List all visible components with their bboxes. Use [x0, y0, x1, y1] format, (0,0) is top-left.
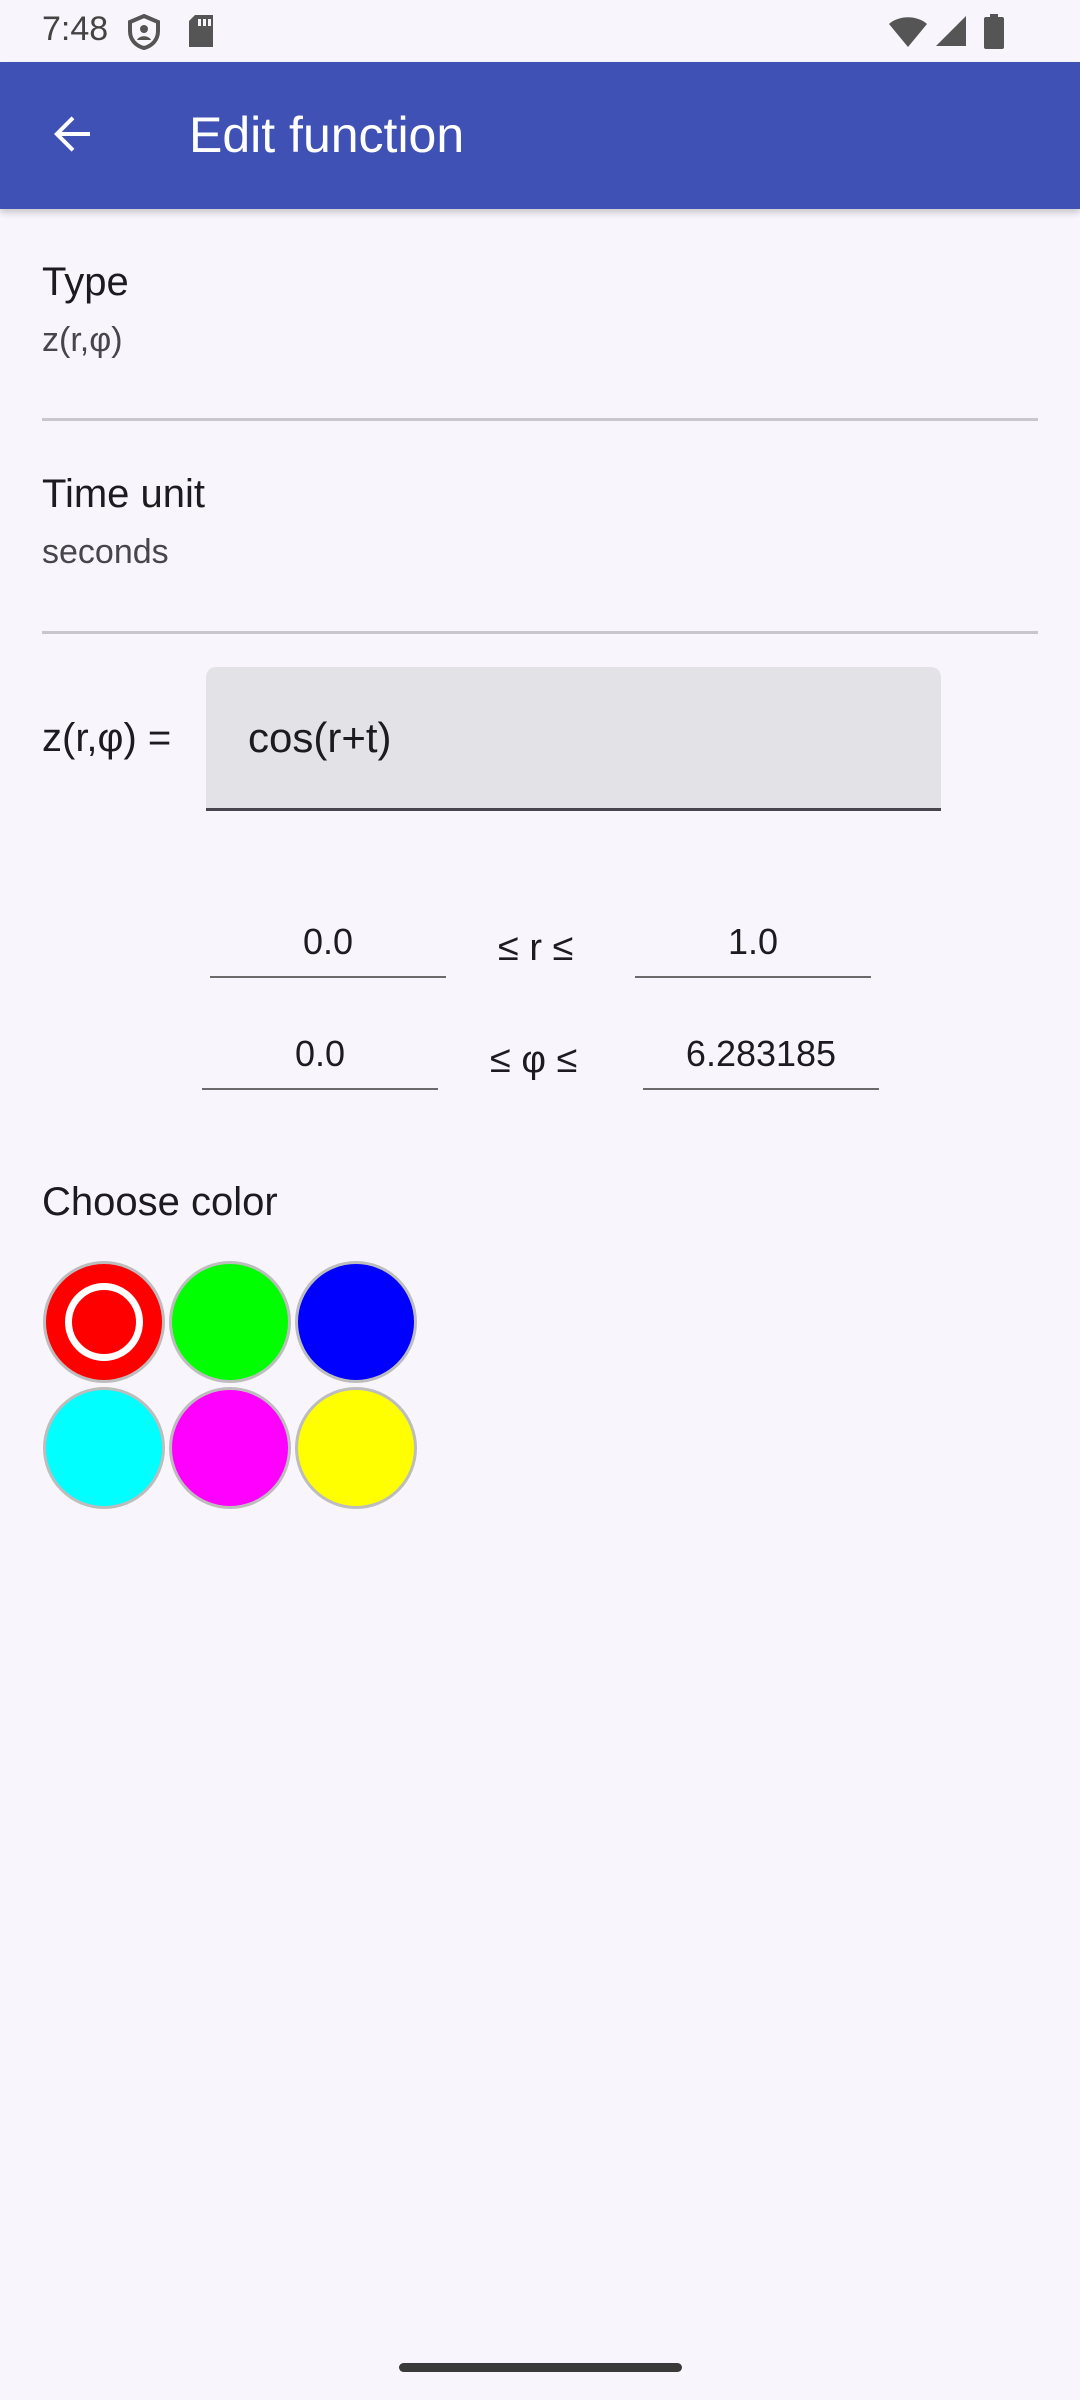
- r-range-operator: ≤ r ≤: [498, 927, 574, 969]
- gesture-nav-handle[interactable]: [399, 2363, 682, 2372]
- time-unit-preference[interactable]: Time unit seconds: [42, 470, 1038, 574]
- back-button[interactable]: [24, 88, 120, 184]
- battery-icon: [983, 14, 1005, 55]
- time-unit-value: seconds: [42, 533, 169, 571]
- phi-range-operator: ≤ φ ≤: [490, 1039, 578, 1081]
- color-swatch-magenta[interactable]: [169, 1387, 291, 1509]
- phi-min-input[interactable]: 0.0: [202, 1024, 438, 1090]
- cell-signal-icon: [934, 14, 968, 53]
- status-time: 7:48: [42, 10, 109, 48]
- type-title: Type: [42, 260, 129, 304]
- app-bar: Edit function: [0, 62, 1080, 209]
- page-title: Edit function: [189, 107, 465, 163]
- selected-indicator-icon: [65, 1283, 143, 1361]
- sd-card-icon: [187, 14, 215, 53]
- choose-color-title: Choose color: [42, 1180, 278, 1224]
- time-unit-title: Time unit: [42, 472, 206, 516]
- color-swatch-red[interactable]: [43, 1261, 165, 1383]
- wifi-icon: [888, 14, 928, 53]
- phi-max-input[interactable]: 6.283185: [643, 1024, 879, 1090]
- formula-label: z(r,φ) =: [42, 716, 172, 760]
- status-bar: 7:48: [0, 0, 1080, 62]
- color-swatch-yellow[interactable]: [295, 1387, 417, 1509]
- color-swatch-blue[interactable]: [295, 1261, 417, 1383]
- color-swatch-green[interactable]: [169, 1261, 291, 1383]
- arrow-back-icon: [48, 110, 96, 163]
- shield-icon: [127, 13, 161, 55]
- divider: [42, 631, 1038, 634]
- type-preference[interactable]: Type z(r,φ): [42, 258, 1038, 362]
- color-swatch-cyan[interactable]: [43, 1387, 165, 1509]
- divider: [42, 418, 1038, 421]
- formula-input[interactable]: cos(r+t): [206, 667, 941, 811]
- r-min-input[interactable]: 0.0: [210, 912, 446, 978]
- type-value: z(r,φ): [42, 321, 123, 359]
- r-max-input[interactable]: 1.0: [635, 912, 871, 978]
